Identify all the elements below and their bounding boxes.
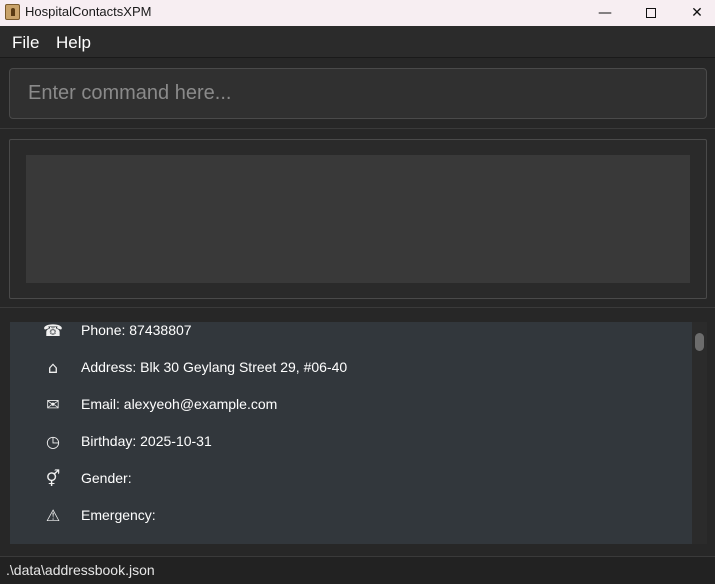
email-text: Email: alexyeoh@example.com bbox=[81, 396, 278, 412]
app-icon bbox=[5, 4, 20, 20]
result-display bbox=[26, 155, 690, 283]
scrollbar-thumb[interactable] bbox=[695, 333, 704, 351]
detail-row-emergency: ⚠ Emergency: bbox=[10, 505, 692, 529]
phone-icon: ☎ bbox=[43, 322, 63, 340]
minimize-icon: — bbox=[598, 5, 612, 21]
command-input[interactable] bbox=[10, 69, 706, 118]
gender-text: Gender: bbox=[81, 470, 132, 486]
person-details-panel: ☎ Phone: 87438807 ⌂ Address: Blk 30 Geyl… bbox=[10, 322, 692, 544]
maximize-icon bbox=[646, 8, 656, 18]
detail-row-birthday: ◷ Birthday: 2025-10-31 bbox=[10, 431, 692, 455]
menu-bar: File Help bbox=[0, 26, 715, 58]
detail-row-gender: ⚥ Gender: bbox=[10, 468, 692, 492]
window-title: HospitalContactsXPM bbox=[25, 4, 152, 19]
result-frame bbox=[9, 139, 707, 299]
phone-text: Phone: 87438807 bbox=[81, 322, 192, 338]
birthday-text: Birthday: 2025-10-31 bbox=[81, 433, 212, 449]
detail-row-email: ✉ Email: alexyeoh@example.com bbox=[10, 394, 692, 418]
minimize-button[interactable]: — bbox=[582, 0, 628, 26]
menu-file[interactable]: File bbox=[12, 33, 39, 53]
detail-row-phone: ☎ Phone: 87438807 bbox=[10, 322, 692, 344]
save-location: .\data\addressbook.json bbox=[6, 562, 155, 578]
command-panel bbox=[0, 59, 715, 129]
address-text: Address: Blk 30 Geylang Street 29, #06-4… bbox=[81, 359, 348, 375]
home-icon: ⌂ bbox=[47, 358, 59, 377]
scrollbar[interactable] bbox=[692, 322, 707, 544]
gender-icon: ⚥ bbox=[45, 469, 61, 488]
clock-icon: ◷ bbox=[46, 432, 60, 451]
close-icon: ✕ bbox=[691, 5, 703, 21]
menu-help[interactable]: Help bbox=[56, 33, 91, 53]
detail-row-address: ⌂ Address: Blk 30 Geylang Street 29, #06… bbox=[10, 357, 692, 381]
emergency-text: Emergency: bbox=[81, 507, 156, 523]
warning-icon: ⚠ bbox=[45, 506, 61, 525]
result-panel bbox=[0, 130, 715, 308]
status-bar: .\data\addressbook.json bbox=[0, 556, 715, 584]
command-box bbox=[9, 68, 707, 119]
maximize-button[interactable] bbox=[628, 0, 674, 26]
envelope-icon: ✉ bbox=[46, 395, 60, 414]
title-bar: HospitalContactsXPM — ✕ bbox=[0, 0, 715, 26]
close-button[interactable]: ✕ bbox=[674, 0, 715, 26]
